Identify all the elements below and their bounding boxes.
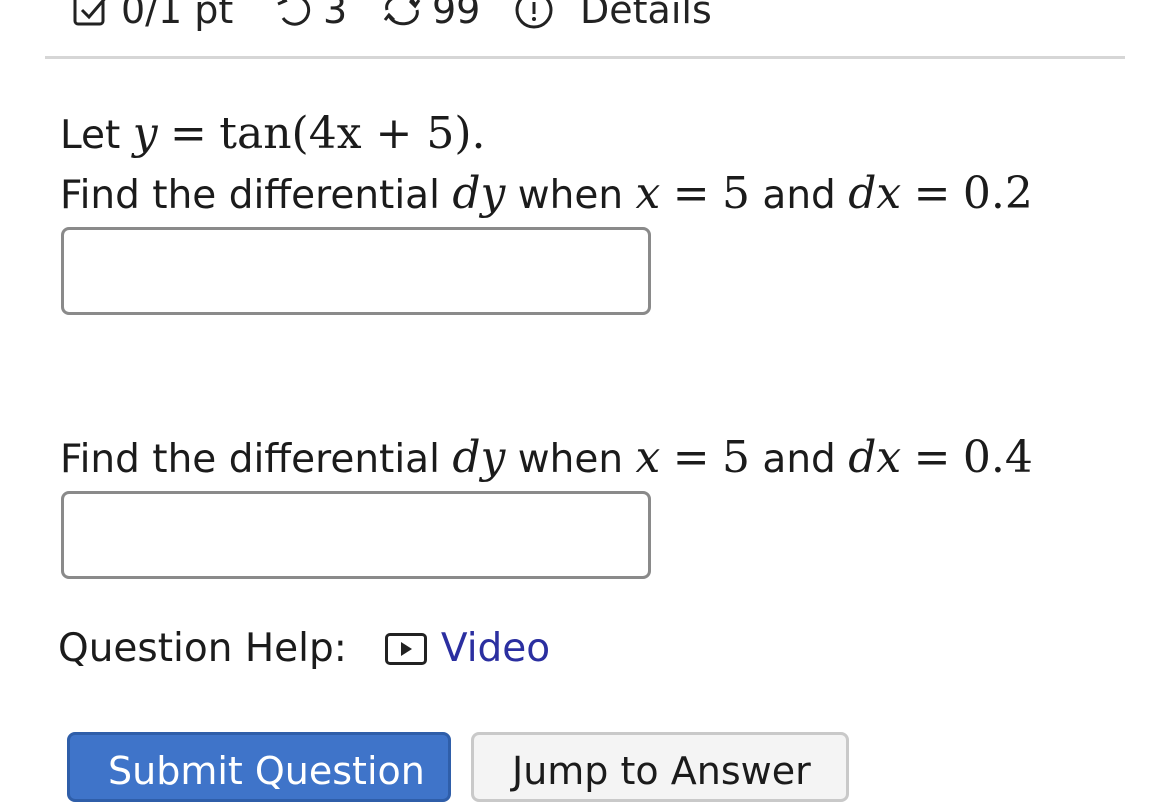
when-word: when — [517, 173, 624, 218]
video-play-icon — [384, 632, 427, 665]
help-label: Question Help: — [58, 626, 347, 671]
dx-value: 0.2 — [962, 168, 1033, 219]
dx-symbol: dx — [848, 168, 902, 219]
dy-symbol: dy — [452, 432, 506, 483]
func-lhs: y — [132, 108, 158, 159]
find-text: Find the differential — [60, 437, 440, 482]
checkbox-icon — [73, 0, 111, 27]
video-label: Video — [440, 626, 551, 671]
func-rhs: tan(4x + 5). — [219, 108, 486, 159]
part-1-prompt: Find the differential dy when x = 5 and … — [60, 168, 1033, 219]
answer-input-2[interactable] — [61, 491, 651, 579]
details-label: Details — [580, 0, 712, 32]
when-word: when — [517, 437, 624, 482]
let-word: Let — [60, 113, 121, 158]
and-word: and — [762, 437, 836, 482]
info-icon — [512, 0, 556, 30]
find-text: Find the differential — [60, 173, 440, 218]
retry-icon — [275, 0, 315, 28]
x-symbol: x — [635, 432, 661, 483]
x-symbol: x — [635, 168, 661, 219]
dy-symbol: dy — [452, 168, 506, 219]
equals-sign: = — [913, 432, 951, 483]
part-2-prompt: Find the differential dy when x = 5 and … — [60, 432, 1033, 483]
points-text: 0/1 pt — [121, 0, 234, 32]
question-header: 0/1 pt 3 99 Details — [45, 0, 1125, 59]
video-link[interactable]: Video — [384, 626, 551, 671]
attempts-indicator: 99 — [382, 0, 480, 32]
attempts-count: 99 — [432, 0, 481, 32]
submit-question-button[interactable]: Submit Question — [67, 732, 451, 802]
and-word: and — [762, 173, 836, 218]
func-eq: = — [170, 108, 207, 159]
details-link[interactable]: Details — [512, 0, 712, 32]
points-indicator: 0/1 pt — [73, 0, 233, 32]
equals-sign: = — [913, 168, 951, 219]
x-value: 5 — [722, 168, 751, 219]
dx-symbol: dx — [848, 432, 902, 483]
equals-sign: = — [672, 432, 710, 483]
retries-count: 3 — [323, 0, 348, 32]
question-help: Question Help: Video — [58, 626, 550, 671]
jump-to-answer-button[interactable]: Jump to Answer — [471, 732, 849, 802]
equals-sign: = — [672, 168, 710, 219]
dx-value: 0.4 — [962, 432, 1033, 483]
answer-input-1[interactable] — [61, 227, 651, 315]
retries-indicator: 3 — [275, 0, 347, 32]
attempts-icon — [382, 0, 422, 28]
x-value: 5 — [722, 432, 751, 483]
question-function: Let y = tan(4x + 5). — [60, 108, 486, 159]
